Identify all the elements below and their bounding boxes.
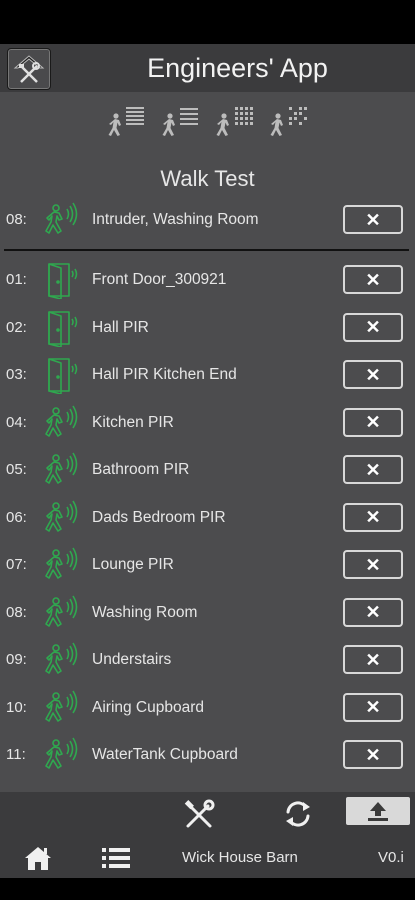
walk-test-modes (0, 104, 415, 144)
upload-icon (368, 802, 388, 821)
device-name: Dads Bedroom PIR (92, 508, 226, 526)
device-row: 10: Airing Cupboard ✕ (0, 688, 415, 728)
device-number: 08: (6, 603, 27, 621)
walk-test-grid-icon[interactable] (214, 104, 255, 142)
door-contact-icon (48, 310, 78, 347)
device-row: 01: Front Door_300921 ✕ (0, 260, 415, 300)
site-name: Wick House Barn (182, 849, 298, 866)
pir-sensor-icon (45, 595, 78, 627)
pir-sensor-icon (45, 405, 78, 437)
device-name: WaterTank Cupboard (92, 746, 238, 763)
device-name: Hall PIR Kitchen End (92, 366, 237, 383)
pir-sensor-icon (45, 500, 78, 532)
device-number: 05: (6, 461, 27, 478)
status-bar (0, 0, 415, 44)
pir-sensor-icon (45, 642, 78, 674)
app-version: V0.i (378, 849, 404, 866)
current-device-row: 08: Intruder, Washing Room ✕ (0, 200, 415, 240)
action-toolbar (0, 792, 415, 838)
walk-test-list-icon[interactable] (106, 104, 147, 142)
device-number: 06: (6, 508, 27, 526)
device-number: 01: (6, 271, 27, 288)
pir-sensor-icon (45, 547, 78, 579)
device-name: Kitchen PIR (92, 413, 174, 431)
app-header: Engineers' App (0, 44, 415, 92)
walk-test-lines-icon[interactable] (160, 104, 201, 142)
upload-button[interactable] (346, 797, 410, 825)
pir-sensor-icon (45, 452, 78, 484)
device-name: Intruder, Washing Room (92, 211, 259, 228)
device-number: 10: (6, 698, 27, 716)
remove-device-button[interactable]: ✕ (343, 740, 403, 769)
list-menu-icon[interactable] (102, 846, 130, 870)
remove-device-button[interactable]: ✕ (343, 312, 403, 342)
device-name: Hall PIR (92, 318, 149, 336)
device-number: 08: (6, 211, 27, 228)
remove-device-button[interactable]: ✕ (343, 550, 403, 579)
remove-device-button[interactable]: ✕ (343, 502, 403, 532)
system-nav-bar (0, 878, 415, 900)
device-number: 03: (6, 366, 27, 383)
divider (4, 249, 409, 251)
app-title: Engineers' App (147, 53, 328, 83)
device-row: 09: Understairs ✕ (0, 640, 415, 680)
device-name: Front Door_300921 (92, 271, 227, 288)
device-row: 07: Lounge PIR ✕ (0, 545, 415, 585)
device-row: 08: Washing Room ✕ (0, 593, 415, 633)
remove-device-button[interactable]: ✕ (343, 455, 403, 484)
remove-device-button[interactable]: ✕ (343, 645, 403, 674)
remove-device-button[interactable]: ✕ (343, 407, 403, 437)
sync-icon[interactable] (282, 798, 314, 830)
remove-device-button[interactable]: ✕ (343, 205, 403, 234)
remove-device-button[interactable]: ✕ (343, 597, 403, 627)
device-number: 02: (6, 318, 27, 336)
door-contact-icon (48, 358, 78, 394)
device-name: Airing Cupboard (92, 698, 205, 716)
home-icon[interactable] (24, 845, 52, 871)
device-name: Washing Room (92, 603, 198, 621)
device-number: 09: (6, 651, 27, 668)
main-content: Walk Test 08: Intruder, Washing Room ✕ 0… (0, 92, 415, 792)
remove-device-button[interactable]: ✕ (343, 265, 403, 294)
pir-sensor-icon (45, 690, 78, 722)
device-number: 11: (6, 746, 26, 763)
pir-sensor-icon (45, 202, 78, 234)
tools-icon[interactable] (181, 797, 217, 833)
device-name: Lounge PIR (92, 556, 174, 573)
device-row: 05: Bathroom PIR ✕ (0, 450, 415, 490)
device-number: 07: (6, 556, 27, 573)
walk-test-title: Walk Test (160, 166, 255, 191)
walk-test-pattern-icon[interactable] (268, 104, 309, 142)
remove-device-button[interactable]: ✕ (343, 692, 403, 722)
device-row: 06: Dads Bedroom PIR ✕ (0, 498, 415, 538)
device-row: 11: WaterTank Cupboard ✕ (0, 735, 415, 775)
door-contact-icon (48, 263, 78, 299)
device-number: 04: (6, 413, 27, 431)
device-row: 02: Hall PIR ✕ (0, 308, 415, 348)
bottom-bar: Wick House Barn V0.i (0, 838, 415, 878)
device-row: 04: Kitchen PIR ✕ (0, 403, 415, 443)
device-name: Understairs (92, 651, 172, 668)
pir-sensor-icon (45, 737, 78, 769)
device-row: 03: Hall PIR Kitchen End ✕ (0, 355, 415, 395)
remove-device-button[interactable]: ✕ (343, 360, 403, 389)
device-name: Bathroom PIR (92, 461, 190, 478)
